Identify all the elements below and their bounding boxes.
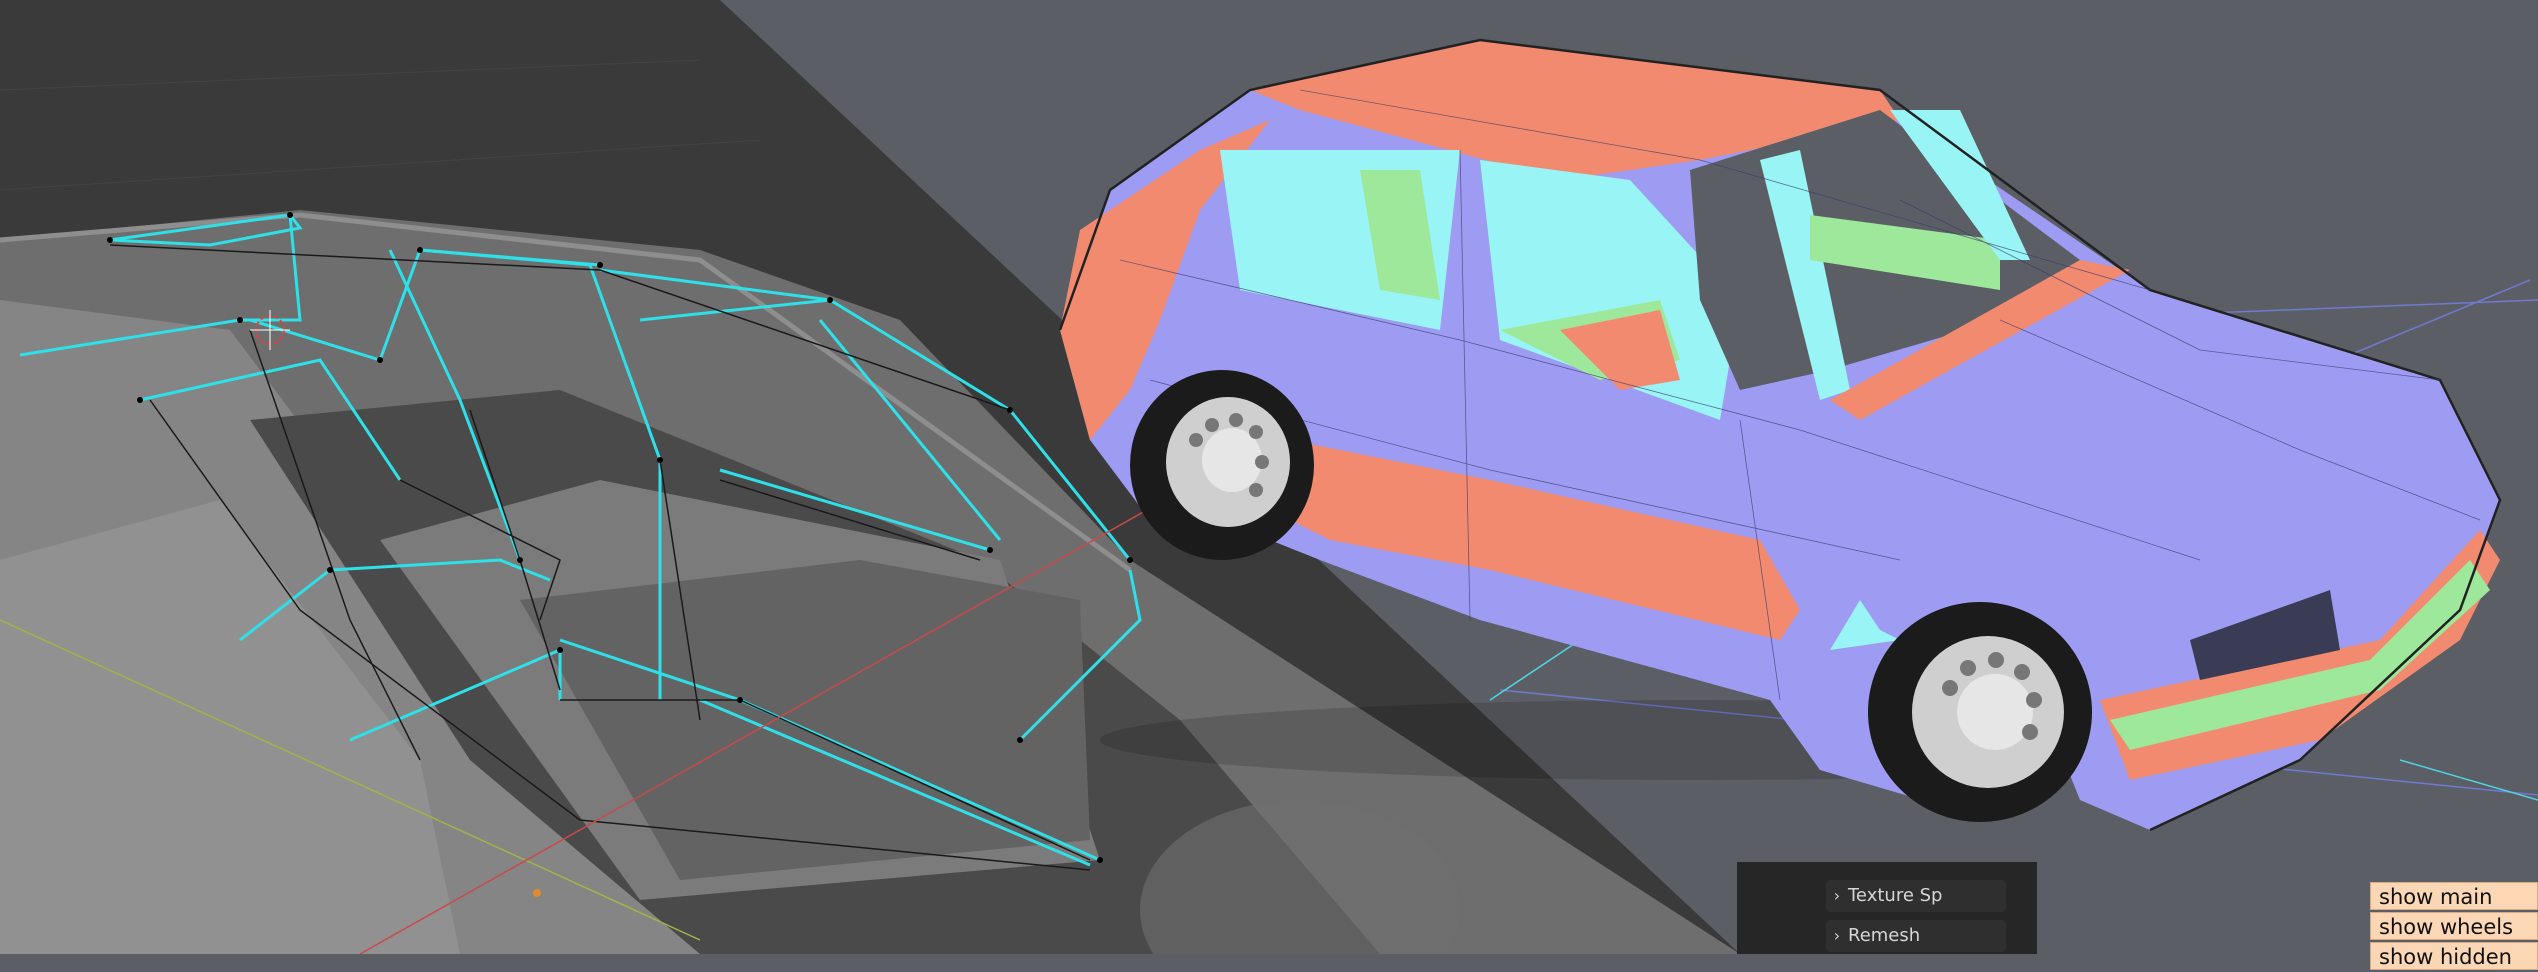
viewport-scene[interactable] <box>0 0 2538 954</box>
overlay-button-group: show main show wheels show hidden <box>2370 882 2538 972</box>
show-wheels-button[interactable]: show wheels <box>2370 912 2538 940</box>
3d-viewport[interactable] <box>0 0 2538 954</box>
panel-item-label: Remesh <box>1848 925 1921 946</box>
front-wheel <box>1868 602 2092 822</box>
rear-wheel <box>1130 370 1314 560</box>
show-main-button[interactable]: show main <box>2370 882 2538 910</box>
panel-item-remesh[interactable]: › Remesh <box>1826 920 2006 952</box>
chevron-right-icon: › <box>1833 926 1841 945</box>
panel-item-label: Texture Sp <box>1848 885 1943 906</box>
panel-item-texture-space[interactable]: › Texture Sp <box>1826 880 2006 912</box>
show-hidden-button[interactable]: show hidden <box>2370 942 2538 970</box>
chevron-right-icon: › <box>1833 886 1841 905</box>
world-origin-icon <box>533 889 541 897</box>
